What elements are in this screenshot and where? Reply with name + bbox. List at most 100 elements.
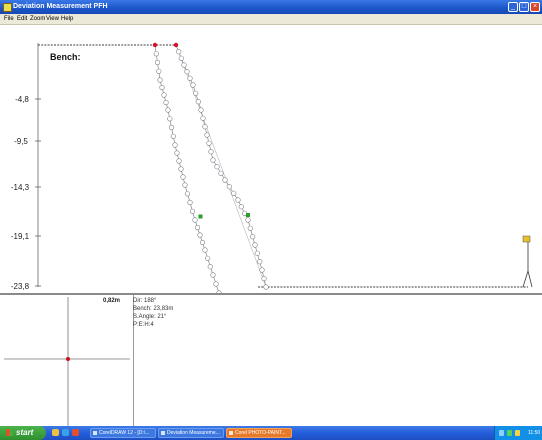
survey-point xyxy=(226,184,232,190)
profile-plot[interactable]: -4,8 -9,5 -14,3 -19,1 -23,8 Bench: xyxy=(0,25,542,293)
survey-point xyxy=(184,69,190,75)
hole-readout: P:E:H:4 xyxy=(133,322,154,328)
survey-point xyxy=(168,124,175,131)
task-button[interactable]: Deviation Measureme... xyxy=(158,428,224,438)
survey-point xyxy=(213,281,219,287)
bottom-panel: 0,82m Dir: 188° Bench: 23,83m S.Angle: 2… xyxy=(0,295,542,426)
survey-point xyxy=(193,90,199,96)
survey-point xyxy=(245,217,251,223)
survey-point xyxy=(189,208,196,214)
close-button[interactable]: × xyxy=(530,2,540,12)
survey-point xyxy=(176,49,182,55)
survey-point xyxy=(198,107,204,113)
tray-icon[interactable] xyxy=(499,430,504,436)
survey-point xyxy=(153,51,159,57)
angle-readout: S.Angle: 21° xyxy=(133,314,167,320)
survey-point xyxy=(154,59,161,66)
quicklaunch-icon[interactable] xyxy=(62,429,69,436)
survey-point xyxy=(218,170,224,176)
survey-point xyxy=(195,99,201,105)
y-tick-label: -23,8 xyxy=(11,282,30,291)
survey-point xyxy=(257,259,263,265)
y-tick-label: -19,1 xyxy=(11,232,30,241)
task-label: CorelDRAW 12 - [D:\... xyxy=(99,430,150,436)
survey-point xyxy=(197,232,203,238)
survey-point xyxy=(163,99,169,106)
survey-point xyxy=(247,225,253,231)
task-button[interactable]: Corel PHOTO-PAINT... xyxy=(226,428,292,438)
survey-point xyxy=(202,124,208,130)
survey-point xyxy=(178,55,184,61)
borehole-1-collar[interactable] xyxy=(152,42,158,48)
y-tick-label: -9,5 xyxy=(14,137,28,146)
survey-point xyxy=(165,107,171,113)
survey-point xyxy=(190,82,196,88)
plan-view-canvas xyxy=(4,297,130,426)
survey-point xyxy=(192,217,198,223)
offset-value: 0,82m xyxy=(103,298,121,304)
survey-point xyxy=(205,255,211,261)
task-button[interactable]: CorelDRAW 12 - [D:\... xyxy=(90,428,156,438)
survey-point xyxy=(178,166,184,172)
quicklaunch-icon[interactable] xyxy=(52,429,59,436)
tray-icon[interactable] xyxy=(507,430,512,436)
survey-point xyxy=(210,272,216,278)
survey-point xyxy=(208,149,214,155)
borehole-1-trace xyxy=(154,44,220,293)
survey-point xyxy=(181,62,187,68)
survey-point xyxy=(194,224,201,231)
title-bar[interactable]: Deviation Measurement PFH _ □ × xyxy=(0,0,542,14)
surveyor-icon xyxy=(522,235,533,288)
menu-bar: File Edit Zoom View Help xyxy=(0,14,542,25)
survey-point xyxy=(235,197,241,203)
quicklaunch-icon[interactable] xyxy=(72,429,79,436)
survey-point xyxy=(261,275,267,282)
reference-line xyxy=(175,44,267,288)
survey-point xyxy=(174,150,180,156)
task-label: Corel PHOTO-PAINT... xyxy=(235,430,286,436)
survey-point xyxy=(182,182,188,188)
menu-zoom[interactable]: Zoom xyxy=(30,14,45,24)
survey-point xyxy=(238,204,244,210)
borehole-2-collar[interactable] xyxy=(173,42,179,48)
start-label: start xyxy=(16,428,34,437)
survey-point xyxy=(222,177,228,183)
minimize-button[interactable]: _ xyxy=(508,2,518,12)
maximize-button[interactable]: □ xyxy=(519,2,529,12)
system-tray: 11:50 xyxy=(494,426,542,440)
profile-canvas[interactable]: -4,8 -9,5 -14,3 -19,1 -23,8 Bench: xyxy=(0,25,542,293)
survey-point xyxy=(204,132,210,138)
task-label: Deviation Measureme... xyxy=(167,430,220,436)
survey-point xyxy=(172,142,178,148)
survey-point xyxy=(187,199,193,206)
menu-edit[interactable]: Edit xyxy=(17,14,27,24)
app-icon xyxy=(229,431,233,435)
survey-point xyxy=(199,239,206,246)
menu-view[interactable]: View xyxy=(46,14,59,24)
plan-view-panel[interactable]: 0,82m xyxy=(0,295,134,426)
start-button[interactable]: start xyxy=(0,426,46,440)
survey-point xyxy=(159,84,165,91)
app-icon xyxy=(93,431,97,435)
menu-file[interactable]: File xyxy=(4,14,14,24)
survey-point xyxy=(250,234,256,240)
borehole-1-marker xyxy=(198,214,203,219)
survey-point xyxy=(259,267,265,273)
borehole-2-marker xyxy=(246,213,250,217)
survey-point xyxy=(210,157,216,163)
survey-point xyxy=(187,75,193,81)
tray-icon[interactable] xyxy=(515,430,520,436)
y-tick-label: -14,3 xyxy=(11,183,30,192)
bench-readout: Bench: 23,83m xyxy=(133,306,174,312)
survey-point xyxy=(157,77,163,83)
survey-point xyxy=(167,116,173,122)
window-title: Deviation Measurement PFH xyxy=(13,3,108,10)
menu-help[interactable]: Help xyxy=(61,14,73,24)
survey-point xyxy=(180,174,186,180)
clock[interactable]: 11:50 xyxy=(528,426,540,440)
survey-info: Dir: 188° Bench: 23,83m S.Angle: 21° P:E… xyxy=(133,297,173,329)
windows-logo-icon xyxy=(6,429,13,436)
bench-label: Bench: xyxy=(50,52,81,62)
taskbar: start CorelDRAW 12 - [D:\... Deviation M… xyxy=(0,426,542,440)
survey-point xyxy=(176,158,182,164)
